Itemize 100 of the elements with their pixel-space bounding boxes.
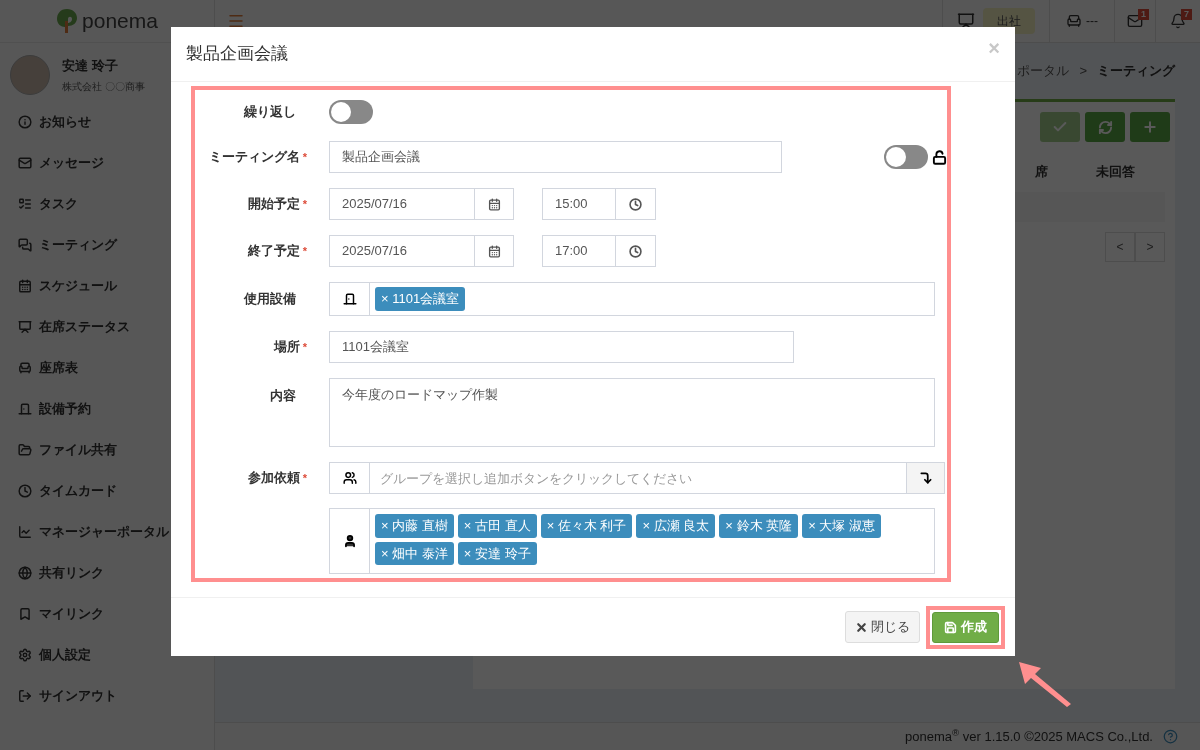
settings-icon: [18, 647, 32, 662]
refresh-icon: [1097, 119, 1113, 135]
door-icon: [342, 292, 357, 306]
tag-chip[interactable]: × 佐々木 利子: [540, 514, 633, 538]
folder-icon: [18, 442, 32, 457]
add-group-button[interactable]: [906, 463, 944, 493]
field-label: 開始予定: [247, 195, 300, 214]
date-field[interactable]: 2025/07/16: [329, 188, 514, 220]
chair-icon[interactable]: [1066, 13, 1082, 29]
tag-chip[interactable]: × 内藤 直樹: [375, 514, 454, 538]
group-input[interactable]: グループを選択し追加ボタンをクリックしてください: [370, 463, 906, 493]
close-icon: [855, 620, 868, 634]
field-label: 参加依頼: [247, 469, 300, 488]
calendar-icon[interactable]: [487, 197, 501, 211]
calendar-icon[interactable]: [487, 244, 501, 258]
seat-text: ---: [1086, 13, 1098, 30]
refresh-button[interactable]: [1085, 112, 1125, 142]
door-icon: [18, 401, 32, 416]
time-input[interactable]: 17:00: [543, 236, 615, 266]
time-field[interactable]: 17:00: [542, 235, 656, 267]
sidebar-item[interactable]: タイムカード: [0, 470, 214, 511]
logo-icon: [56, 8, 79, 34]
chat-bubbles-icon: [18, 237, 32, 252]
clock-icon[interactable]: [629, 244, 642, 258]
required-mark: *: [302, 470, 307, 486]
field-label: 場所: [273, 338, 300, 357]
close-dialog-button[interactable]: 閉じる: [845, 611, 920, 643]
add-button[interactable]: [1130, 112, 1170, 142]
sidebar-item[interactable]: ファイル共有: [0, 429, 214, 470]
count-badge: 1: [1138, 9, 1149, 20]
bookmark-icon: [18, 606, 32, 621]
calendar-icon: [18, 278, 32, 293]
unlock-icon: [932, 149, 947, 165]
info-icon: [18, 114, 32, 129]
create-button[interactable]: 作成: [932, 611, 999, 643]
date-input[interactable]: 2025/07/16: [330, 236, 474, 266]
field-label: 内容: [270, 387, 296, 405]
users-icon: [342, 471, 357, 485]
sidebar-item[interactable]: マネージャーポータル: [0, 511, 214, 552]
sidebar-item[interactable]: ミーティング: [0, 224, 214, 265]
tag-chip[interactable]: × 畑中 泰洋: [375, 541, 454, 565]
pager-button[interactable]: <: [1105, 231, 1135, 262]
required-mark: *: [302, 339, 307, 355]
tag-chip[interactable]: × 鈴木 英隆: [719, 514, 799, 538]
field-label: 使用設備: [244, 290, 296, 309]
meeting-name-field[interactable]: 製品企画会議: [329, 141, 782, 173]
help-icon[interactable]: [1163, 729, 1178, 744]
tag-chip[interactable]: × 1101会議室: [375, 287, 466, 311]
sidebar-item[interactable]: スケジュール: [0, 265, 214, 306]
sidebar-item[interactable]: タスク: [0, 183, 214, 224]
breadcrumb-item: ミーティング: [1097, 62, 1175, 81]
time-input[interactable]: 15:00: [543, 189, 615, 219]
content-textarea[interactable]: 今年度のロードマップ作製: [329, 378, 935, 447]
sidebar-item[interactable]: お知らせ: [0, 101, 214, 142]
sidebar-item[interactable]: 座席表: [0, 347, 214, 388]
repeat-toggle[interactable]: [329, 100, 373, 124]
breadcrumb-item[interactable]: >: [1079, 61, 1087, 81]
tag-chip[interactable]: × 古田 直人: [457, 514, 537, 538]
field-label: ミーティング名: [208, 148, 300, 167]
sidebar-item[interactable]: マイリンク: [0, 593, 214, 634]
user-icon: [342, 534, 357, 548]
group-field[interactable]: グループを選択し追加ボタンをクリックしてください: [329, 462, 945, 494]
field-label: 繰り返し: [244, 103, 296, 122]
clock-icon: [18, 483, 32, 498]
sidebar-item[interactable]: サインアウト: [0, 675, 214, 716]
down-arrow-icon: [918, 471, 933, 485]
count-badge: 7: [1181, 9, 1192, 20]
participants-field[interactable]: × 内藤 直樹 × 古田 直人 × 佐々木 利子 × 広瀬 良太 × 鈴木 英隆 × 大塚 淑恵 × 畑中 泰洋 × 安達 玲子: [329, 508, 935, 574]
tag-chip[interactable]: × 安達 玲子: [457, 541, 537, 565]
date-field[interactable]: 2025/07/16: [329, 235, 514, 267]
footer-text: ponema$^{®}$ ver 1.15.0 ©2025 MACS Co.,Ltd.: [904, 726, 1153, 746]
presentation-icon[interactable]: [957, 12, 975, 30]
bell-icon[interactable]: [1170, 13, 1186, 29]
tag-chip[interactable]: × 広瀬 良太: [636, 514, 716, 538]
time-field[interactable]: 15:00: [542, 188, 656, 220]
sidebar-item[interactable]: 個人設定: [0, 634, 214, 675]
menu-icon[interactable]: [227, 12, 245, 30]
lock-toggle[interactable]: [884, 145, 928, 169]
column-header: 席: [1035, 163, 1048, 181]
sidebar-item[interactable]: 設備予約: [0, 388, 214, 429]
modal-title: 製品企画会議: [186, 43, 288, 66]
pager-button[interactable]: >: [1135, 231, 1165, 262]
presentation-icon: [18, 319, 32, 334]
equipment-field[interactable]: × 1101会議室: [329, 282, 935, 316]
logo-text: ponema: [82, 8, 158, 35]
list-icon: [18, 196, 32, 211]
tag-chip[interactable]: × 大塚 淑恵: [802, 514, 881, 538]
date-input[interactable]: 2025/07/16: [330, 189, 474, 219]
plus-icon: [1142, 119, 1158, 135]
pointer-arrow: [1017, 660, 1073, 708]
place-field[interactable]: 1101会議室: [329, 331, 794, 363]
column-header: 未回答: [1096, 163, 1135, 181]
required-mark: *: [302, 149, 307, 165]
sidebar-item[interactable]: 共有リンク: [0, 552, 214, 593]
globe-icon: [18, 565, 32, 580]
sign-out-icon: [18, 688, 32, 703]
sidebar-item[interactable]: 在席ステータス: [0, 306, 214, 347]
chair-icon: [18, 360, 32, 375]
envelope-icon: [18, 155, 32, 170]
clock-icon[interactable]: [629, 197, 642, 211]
